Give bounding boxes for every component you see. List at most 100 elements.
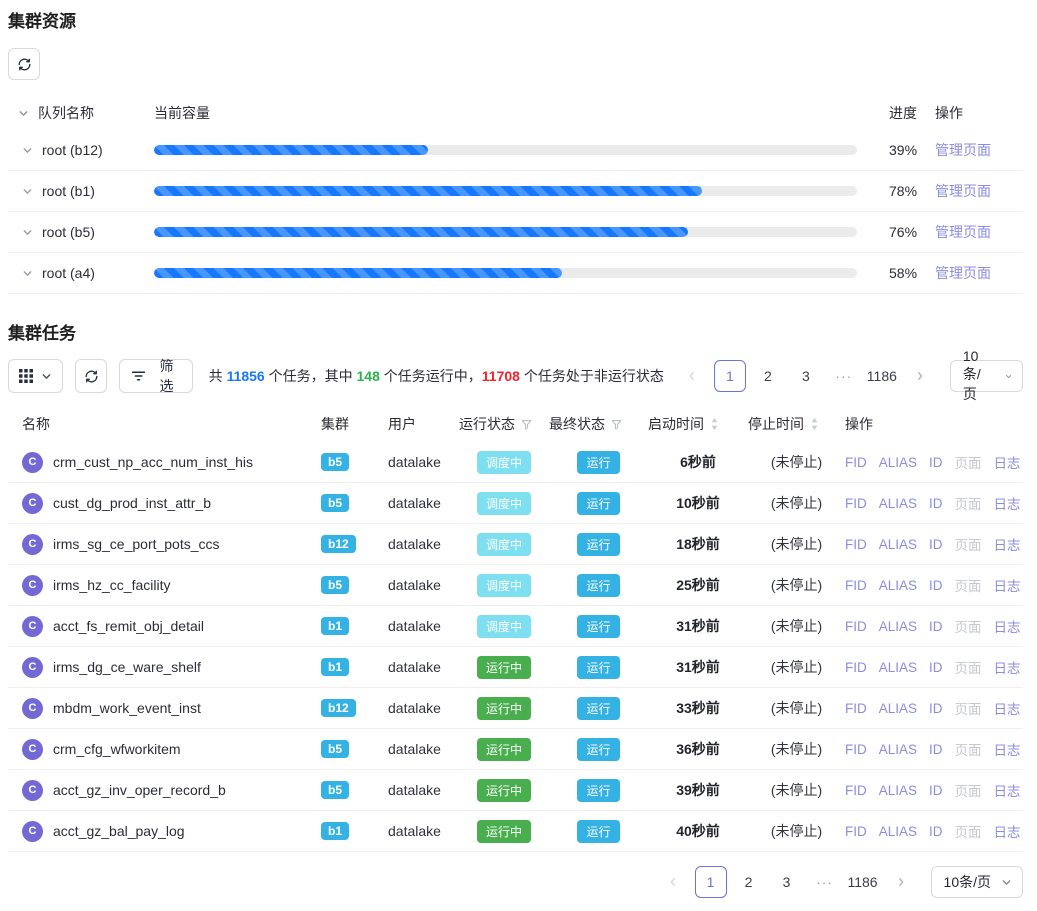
tasks-refresh-button[interactable] bbox=[75, 359, 107, 393]
action-link-id[interactable]: ID bbox=[929, 537, 943, 552]
action-link-id[interactable]: ID bbox=[929, 783, 943, 798]
row-actions: FIDALIASID页面日志 bbox=[845, 780, 1023, 800]
page-number-1[interactable]: 1 bbox=[714, 360, 746, 392]
collapse-all-icon[interactable] bbox=[18, 108, 29, 119]
progress-percent: 58% bbox=[881, 265, 935, 281]
expand-queue-icon[interactable] bbox=[22, 145, 33, 156]
refresh-icon bbox=[84, 369, 99, 384]
action-link-alias[interactable]: ALIAS bbox=[879, 660, 917, 675]
run-status-badge: 调度中 bbox=[477, 533, 531, 556]
action-link-alias[interactable]: ALIAS bbox=[879, 824, 917, 839]
action-link-alias[interactable]: ALIAS bbox=[879, 496, 917, 511]
action-link-日志[interactable]: 日志 bbox=[994, 616, 1021, 636]
action-link-id[interactable]: ID bbox=[929, 455, 943, 470]
expand-queue-icon[interactable] bbox=[22, 268, 33, 279]
stop-time-sort-icon[interactable] bbox=[810, 417, 819, 431]
pager-ellipsis: ··· bbox=[809, 866, 841, 898]
start-time: 25秒前 bbox=[648, 575, 748, 595]
action-link-fid[interactable]: FID bbox=[845, 578, 867, 593]
action-link-id[interactable]: ID bbox=[929, 742, 943, 757]
action-link-alias[interactable]: ALIAS bbox=[879, 578, 917, 593]
progress-percent: 78% bbox=[881, 183, 935, 199]
cluster-badge: b1 bbox=[321, 658, 349, 676]
action-link-日志[interactable]: 日志 bbox=[994, 452, 1021, 472]
action-link-日志[interactable]: 日志 bbox=[994, 780, 1021, 800]
task-avatar: C bbox=[22, 657, 43, 678]
action-link-alias[interactable]: ALIAS bbox=[879, 742, 917, 757]
task-avatar: C bbox=[22, 493, 43, 514]
task-name: acct_gz_inv_oper_record_b bbox=[53, 782, 226, 798]
manage-page-link[interactable]: 管理页面 bbox=[935, 142, 991, 158]
manage-page-link[interactable]: 管理页面 bbox=[935, 183, 991, 199]
pagination-bottom: 123···1186 10条/页 bbox=[657, 866, 1023, 898]
action-link-fid[interactable]: FID bbox=[845, 496, 867, 511]
page-size-select[interactable]: 10条/页 bbox=[950, 360, 1023, 392]
action-link-id[interactable]: ID bbox=[929, 619, 943, 634]
task-row: C irms_dg_ce_ware_shelf b1 datalake 运行中 … bbox=[8, 647, 1023, 688]
page-number-1[interactable]: 1 bbox=[695, 866, 727, 898]
pager-next-button[interactable] bbox=[885, 866, 917, 898]
col-user: 用户 bbox=[388, 414, 416, 434]
action-link-id[interactable]: ID bbox=[929, 824, 943, 839]
action-link-alias[interactable]: ALIAS bbox=[879, 619, 917, 634]
action-link-fid[interactable]: FID bbox=[845, 619, 867, 634]
action-link-日志[interactable]: 日志 bbox=[994, 493, 1021, 513]
col-start-time: 启动时间 bbox=[648, 414, 704, 434]
page-number-3[interactable]: 3 bbox=[790, 360, 822, 392]
action-link-日志[interactable]: 日志 bbox=[994, 657, 1021, 677]
running-count: 148 bbox=[357, 368, 380, 384]
action-link-alias[interactable]: ALIAS bbox=[879, 701, 917, 716]
action-link-alias[interactable]: ALIAS bbox=[879, 455, 917, 470]
action-link-id[interactable]: ID bbox=[929, 701, 943, 716]
action-link-fid[interactable]: FID bbox=[845, 824, 867, 839]
action-link-日志[interactable]: 日志 bbox=[994, 534, 1021, 554]
action-link-fid[interactable]: FID bbox=[845, 701, 867, 716]
manage-page-link[interactable]: 管理页面 bbox=[935, 224, 991, 240]
page-number-1186[interactable]: 1186 bbox=[866, 360, 898, 392]
column-settings-button[interactable] bbox=[8, 359, 63, 393]
col-final-status: 最终状态 bbox=[549, 414, 605, 434]
action-link-fid[interactable]: FID bbox=[845, 537, 867, 552]
pager-prev-button[interactable] bbox=[676, 360, 708, 392]
page-number-1186[interactable]: 1186 bbox=[847, 866, 879, 898]
page-number-3[interactable]: 3 bbox=[771, 866, 803, 898]
page-number-2[interactable]: 2 bbox=[733, 866, 765, 898]
resources-refresh-button[interactable] bbox=[8, 48, 40, 80]
progress-percent: 76% bbox=[881, 224, 935, 240]
final-status-filter-icon[interactable] bbox=[611, 419, 622, 430]
task-avatar: C bbox=[22, 780, 43, 801]
row-actions: FIDALIASID页面日志 bbox=[845, 452, 1023, 472]
action-link-fid[interactable]: FID bbox=[845, 455, 867, 470]
action-link-日志[interactable]: 日志 bbox=[994, 821, 1021, 841]
action-link-fid[interactable]: FID bbox=[845, 660, 867, 675]
expand-queue-icon[interactable] bbox=[22, 227, 33, 238]
action-link-id[interactable]: ID bbox=[929, 578, 943, 593]
action-link-id[interactable]: ID bbox=[929, 660, 943, 675]
final-status-badge: 运行 bbox=[577, 697, 619, 720]
filter-button[interactable]: 筛选 bbox=[119, 359, 192, 393]
action-link-alias[interactable]: ALIAS bbox=[879, 783, 917, 798]
task-row: C cust_dg_prod_inst_attr_b b5 datalake 调… bbox=[8, 483, 1023, 524]
action-link-日志[interactable]: 日志 bbox=[994, 739, 1021, 759]
page-size-select[interactable]: 10条/页 bbox=[931, 866, 1023, 898]
page-size-label: 10条/页 bbox=[963, 348, 995, 404]
pagination-bottom-wrap: 123···1186 10条/页 bbox=[8, 866, 1023, 898]
start-time-sort-icon[interactable] bbox=[710, 417, 719, 431]
action-link-fid[interactable]: FID bbox=[845, 783, 867, 798]
expand-queue-icon[interactable] bbox=[22, 186, 33, 197]
pager-prev-button[interactable] bbox=[657, 866, 689, 898]
action-link-日志[interactable]: 日志 bbox=[994, 698, 1021, 718]
filter-button-label: 筛选 bbox=[153, 356, 179, 396]
page-number-2[interactable]: 2 bbox=[752, 360, 784, 392]
run-status-badge: 调度中 bbox=[477, 451, 531, 474]
final-status-badge: 运行 bbox=[577, 738, 619, 761]
stop-time: (未停止) bbox=[748, 739, 845, 759]
manage-page-link[interactable]: 管理页面 bbox=[935, 265, 991, 281]
action-link-alias[interactable]: ALIAS bbox=[879, 537, 917, 552]
action-link-fid[interactable]: FID bbox=[845, 742, 867, 757]
action-link-页面: 页面 bbox=[955, 616, 982, 636]
action-link-日志[interactable]: 日志 bbox=[994, 575, 1021, 595]
pager-next-button[interactable] bbox=[904, 360, 936, 392]
action-link-id[interactable]: ID bbox=[929, 496, 943, 511]
run-status-filter-icon[interactable] bbox=[521, 419, 532, 430]
